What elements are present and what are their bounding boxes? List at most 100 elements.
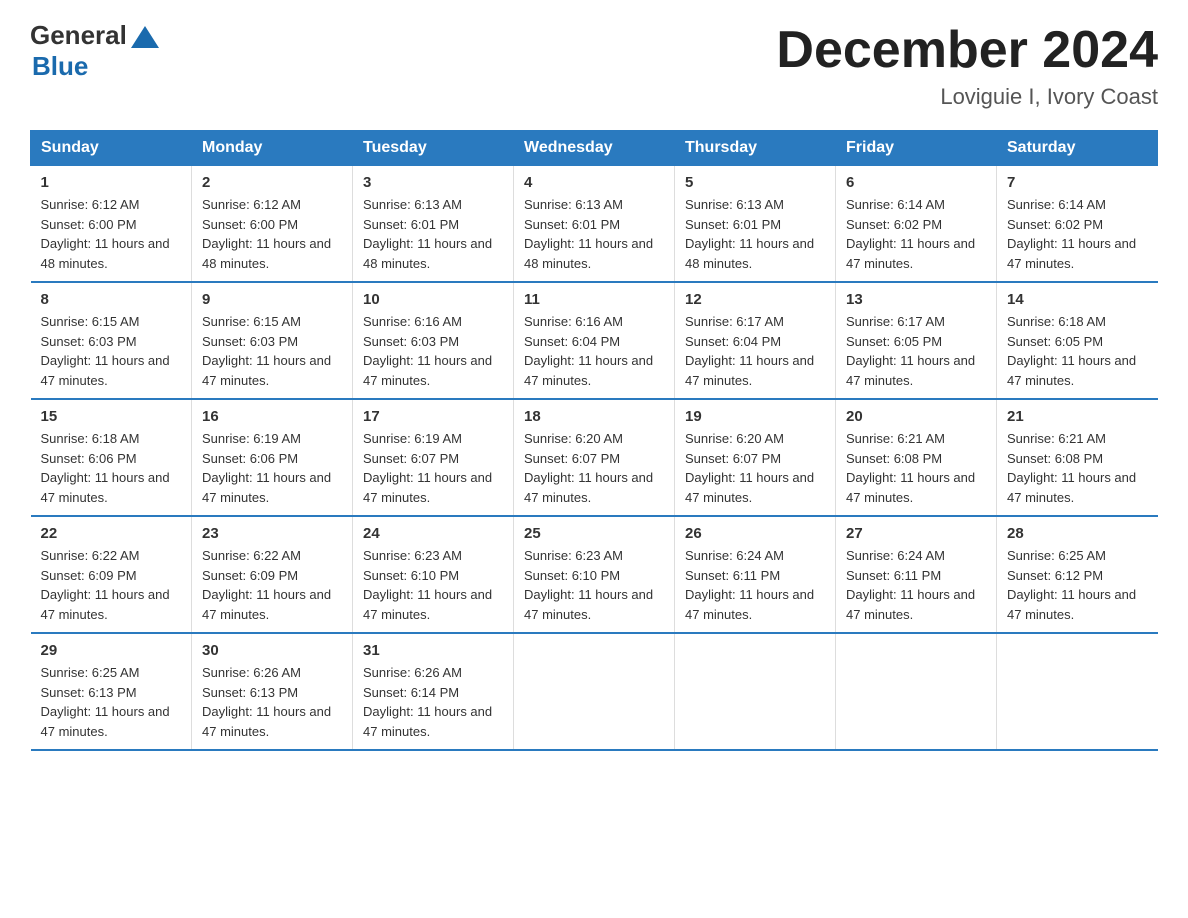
- day-info: Sunrise: 6:24 AMSunset: 6:11 PMDaylight:…: [685, 548, 814, 622]
- day-number: 9: [202, 291, 342, 308]
- day-info: Sunrise: 6:18 AMSunset: 6:06 PMDaylight:…: [41, 431, 170, 505]
- day-info: Sunrise: 6:13 AMSunset: 6:01 PMDaylight:…: [685, 197, 814, 271]
- calendar-cell: 1 Sunrise: 6:12 AMSunset: 6:00 PMDayligh…: [31, 166, 192, 283]
- weekday-header-monday: Monday: [192, 131, 353, 166]
- calendar-cell: 13 Sunrise: 6:17 AMSunset: 6:05 PMDaylig…: [836, 282, 997, 399]
- calendar-cell: 7 Sunrise: 6:14 AMSunset: 6:02 PMDayligh…: [997, 166, 1158, 283]
- day-number: 26: [685, 525, 825, 542]
- calendar-cell: 21 Sunrise: 6:21 AMSunset: 6:08 PMDaylig…: [997, 399, 1158, 516]
- calendar-cell: 23 Sunrise: 6:22 AMSunset: 6:09 PMDaylig…: [192, 516, 353, 633]
- day-info: Sunrise: 6:24 AMSunset: 6:11 PMDaylight:…: [846, 548, 975, 622]
- day-info: Sunrise: 6:26 AMSunset: 6:13 PMDaylight:…: [202, 665, 331, 739]
- day-number: 13: [846, 291, 986, 308]
- day-number: 27: [846, 525, 986, 542]
- calendar-cell: 14 Sunrise: 6:18 AMSunset: 6:05 PMDaylig…: [997, 282, 1158, 399]
- calendar-cell: 4 Sunrise: 6:13 AMSunset: 6:01 PMDayligh…: [514, 166, 675, 283]
- calendar-cell: 11 Sunrise: 6:16 AMSunset: 6:04 PMDaylig…: [514, 282, 675, 399]
- page-header: General Blue December 2024 Loviguie I, I…: [30, 20, 1158, 110]
- weekday-header-friday: Friday: [836, 131, 997, 166]
- day-number: 21: [1007, 408, 1148, 425]
- day-number: 7: [1007, 174, 1148, 191]
- calendar-cell: 15 Sunrise: 6:18 AMSunset: 6:06 PMDaylig…: [31, 399, 192, 516]
- location-text: Loviguie I, Ivory Coast: [776, 84, 1158, 110]
- calendar-cell: [836, 633, 997, 750]
- day-number: 14: [1007, 291, 1148, 308]
- calendar-cell: 12 Sunrise: 6:17 AMSunset: 6:04 PMDaylig…: [675, 282, 836, 399]
- calendar-header: SundayMondayTuesdayWednesdayThursdayFrid…: [31, 131, 1158, 166]
- day-number: 25: [524, 525, 664, 542]
- day-info: Sunrise: 6:12 AMSunset: 6:00 PMDaylight:…: [41, 197, 170, 271]
- day-number: 16: [202, 408, 342, 425]
- day-number: 20: [846, 408, 986, 425]
- title-section: December 2024 Loviguie I, Ivory Coast: [776, 20, 1158, 110]
- day-info: Sunrise: 6:16 AMSunset: 6:04 PMDaylight:…: [524, 314, 653, 388]
- calendar-cell: [997, 633, 1158, 750]
- calendar-cell: 30 Sunrise: 6:26 AMSunset: 6:13 PMDaylig…: [192, 633, 353, 750]
- day-number: 10: [363, 291, 503, 308]
- calendar-cell: [675, 633, 836, 750]
- day-number: 15: [41, 408, 182, 425]
- day-info: Sunrise: 6:14 AMSunset: 6:02 PMDaylight:…: [846, 197, 975, 271]
- day-info: Sunrise: 6:26 AMSunset: 6:14 PMDaylight:…: [363, 665, 492, 739]
- day-info: Sunrise: 6:12 AMSunset: 6:00 PMDaylight:…: [202, 197, 331, 271]
- week-row-4: 22 Sunrise: 6:22 AMSunset: 6:09 PMDaylig…: [31, 516, 1158, 633]
- calendar-cell: 5 Sunrise: 6:13 AMSunset: 6:01 PMDayligh…: [675, 166, 836, 283]
- day-number: 18: [524, 408, 664, 425]
- calendar-cell: 19 Sunrise: 6:20 AMSunset: 6:07 PMDaylig…: [675, 399, 836, 516]
- calendar-cell: 10 Sunrise: 6:16 AMSunset: 6:03 PMDaylig…: [353, 282, 514, 399]
- calendar-cell: 3 Sunrise: 6:13 AMSunset: 6:01 PMDayligh…: [353, 166, 514, 283]
- day-number: 29: [41, 642, 182, 659]
- logo-blue-text: Blue: [32, 51, 88, 82]
- day-info: Sunrise: 6:22 AMSunset: 6:09 PMDaylight:…: [202, 548, 331, 622]
- week-row-3: 15 Sunrise: 6:18 AMSunset: 6:06 PMDaylig…: [31, 399, 1158, 516]
- calendar-cell: 18 Sunrise: 6:20 AMSunset: 6:07 PMDaylig…: [514, 399, 675, 516]
- calendar-cell: 2 Sunrise: 6:12 AMSunset: 6:00 PMDayligh…: [192, 166, 353, 283]
- day-info: Sunrise: 6:15 AMSunset: 6:03 PMDaylight:…: [202, 314, 331, 388]
- day-number: 24: [363, 525, 503, 542]
- calendar-cell: 24 Sunrise: 6:23 AMSunset: 6:10 PMDaylig…: [353, 516, 514, 633]
- day-info: Sunrise: 6:13 AMSunset: 6:01 PMDaylight:…: [524, 197, 653, 271]
- calendar-cell: 20 Sunrise: 6:21 AMSunset: 6:08 PMDaylig…: [836, 399, 997, 516]
- calendar-cell: 9 Sunrise: 6:15 AMSunset: 6:03 PMDayligh…: [192, 282, 353, 399]
- calendar-cell: 22 Sunrise: 6:22 AMSunset: 6:09 PMDaylig…: [31, 516, 192, 633]
- day-info: Sunrise: 6:18 AMSunset: 6:05 PMDaylight:…: [1007, 314, 1136, 388]
- day-number: 1: [41, 174, 182, 191]
- day-number: 11: [524, 291, 664, 308]
- day-info: Sunrise: 6:17 AMSunset: 6:04 PMDaylight:…: [685, 314, 814, 388]
- day-info: Sunrise: 6:23 AMSunset: 6:10 PMDaylight:…: [524, 548, 653, 622]
- day-number: 5: [685, 174, 825, 191]
- day-info: Sunrise: 6:25 AMSunset: 6:12 PMDaylight:…: [1007, 548, 1136, 622]
- calendar-cell: 28 Sunrise: 6:25 AMSunset: 6:12 PMDaylig…: [997, 516, 1158, 633]
- day-number: 8: [41, 291, 182, 308]
- logo: General Blue: [30, 20, 159, 82]
- calendar-cell: 31 Sunrise: 6:26 AMSunset: 6:14 PMDaylig…: [353, 633, 514, 750]
- calendar-cell: 27 Sunrise: 6:24 AMSunset: 6:11 PMDaylig…: [836, 516, 997, 633]
- day-info: Sunrise: 6:21 AMSunset: 6:08 PMDaylight:…: [846, 431, 975, 505]
- day-info: Sunrise: 6:19 AMSunset: 6:06 PMDaylight:…: [202, 431, 331, 505]
- calendar-cell: 25 Sunrise: 6:23 AMSunset: 6:10 PMDaylig…: [514, 516, 675, 633]
- day-info: Sunrise: 6:20 AMSunset: 6:07 PMDaylight:…: [685, 431, 814, 505]
- day-number: 12: [685, 291, 825, 308]
- day-number: 4: [524, 174, 664, 191]
- day-info: Sunrise: 6:25 AMSunset: 6:13 PMDaylight:…: [41, 665, 170, 739]
- day-number: 6: [846, 174, 986, 191]
- calendar-table: SundayMondayTuesdayWednesdayThursdayFrid…: [30, 130, 1158, 751]
- calendar-cell: 26 Sunrise: 6:24 AMSunset: 6:11 PMDaylig…: [675, 516, 836, 633]
- week-row-1: 1 Sunrise: 6:12 AMSunset: 6:00 PMDayligh…: [31, 166, 1158, 283]
- day-info: Sunrise: 6:19 AMSunset: 6:07 PMDaylight:…: [363, 431, 492, 505]
- day-number: 2: [202, 174, 342, 191]
- day-number: 19: [685, 408, 825, 425]
- weekday-header-sunday: Sunday: [31, 131, 192, 166]
- logo-general-text: General: [30, 20, 127, 51]
- weekday-header-saturday: Saturday: [997, 131, 1158, 166]
- day-number: 3: [363, 174, 503, 191]
- weekday-header-tuesday: Tuesday: [353, 131, 514, 166]
- calendar-cell: 29 Sunrise: 6:25 AMSunset: 6:13 PMDaylig…: [31, 633, 192, 750]
- day-number: 30: [202, 642, 342, 659]
- day-info: Sunrise: 6:13 AMSunset: 6:01 PMDaylight:…: [363, 197, 492, 271]
- day-info: Sunrise: 6:16 AMSunset: 6:03 PMDaylight:…: [363, 314, 492, 388]
- weekday-header-wednesday: Wednesday: [514, 131, 675, 166]
- day-info: Sunrise: 6:21 AMSunset: 6:08 PMDaylight:…: [1007, 431, 1136, 505]
- weekday-header-thursday: Thursday: [675, 131, 836, 166]
- month-title: December 2024: [776, 20, 1158, 80]
